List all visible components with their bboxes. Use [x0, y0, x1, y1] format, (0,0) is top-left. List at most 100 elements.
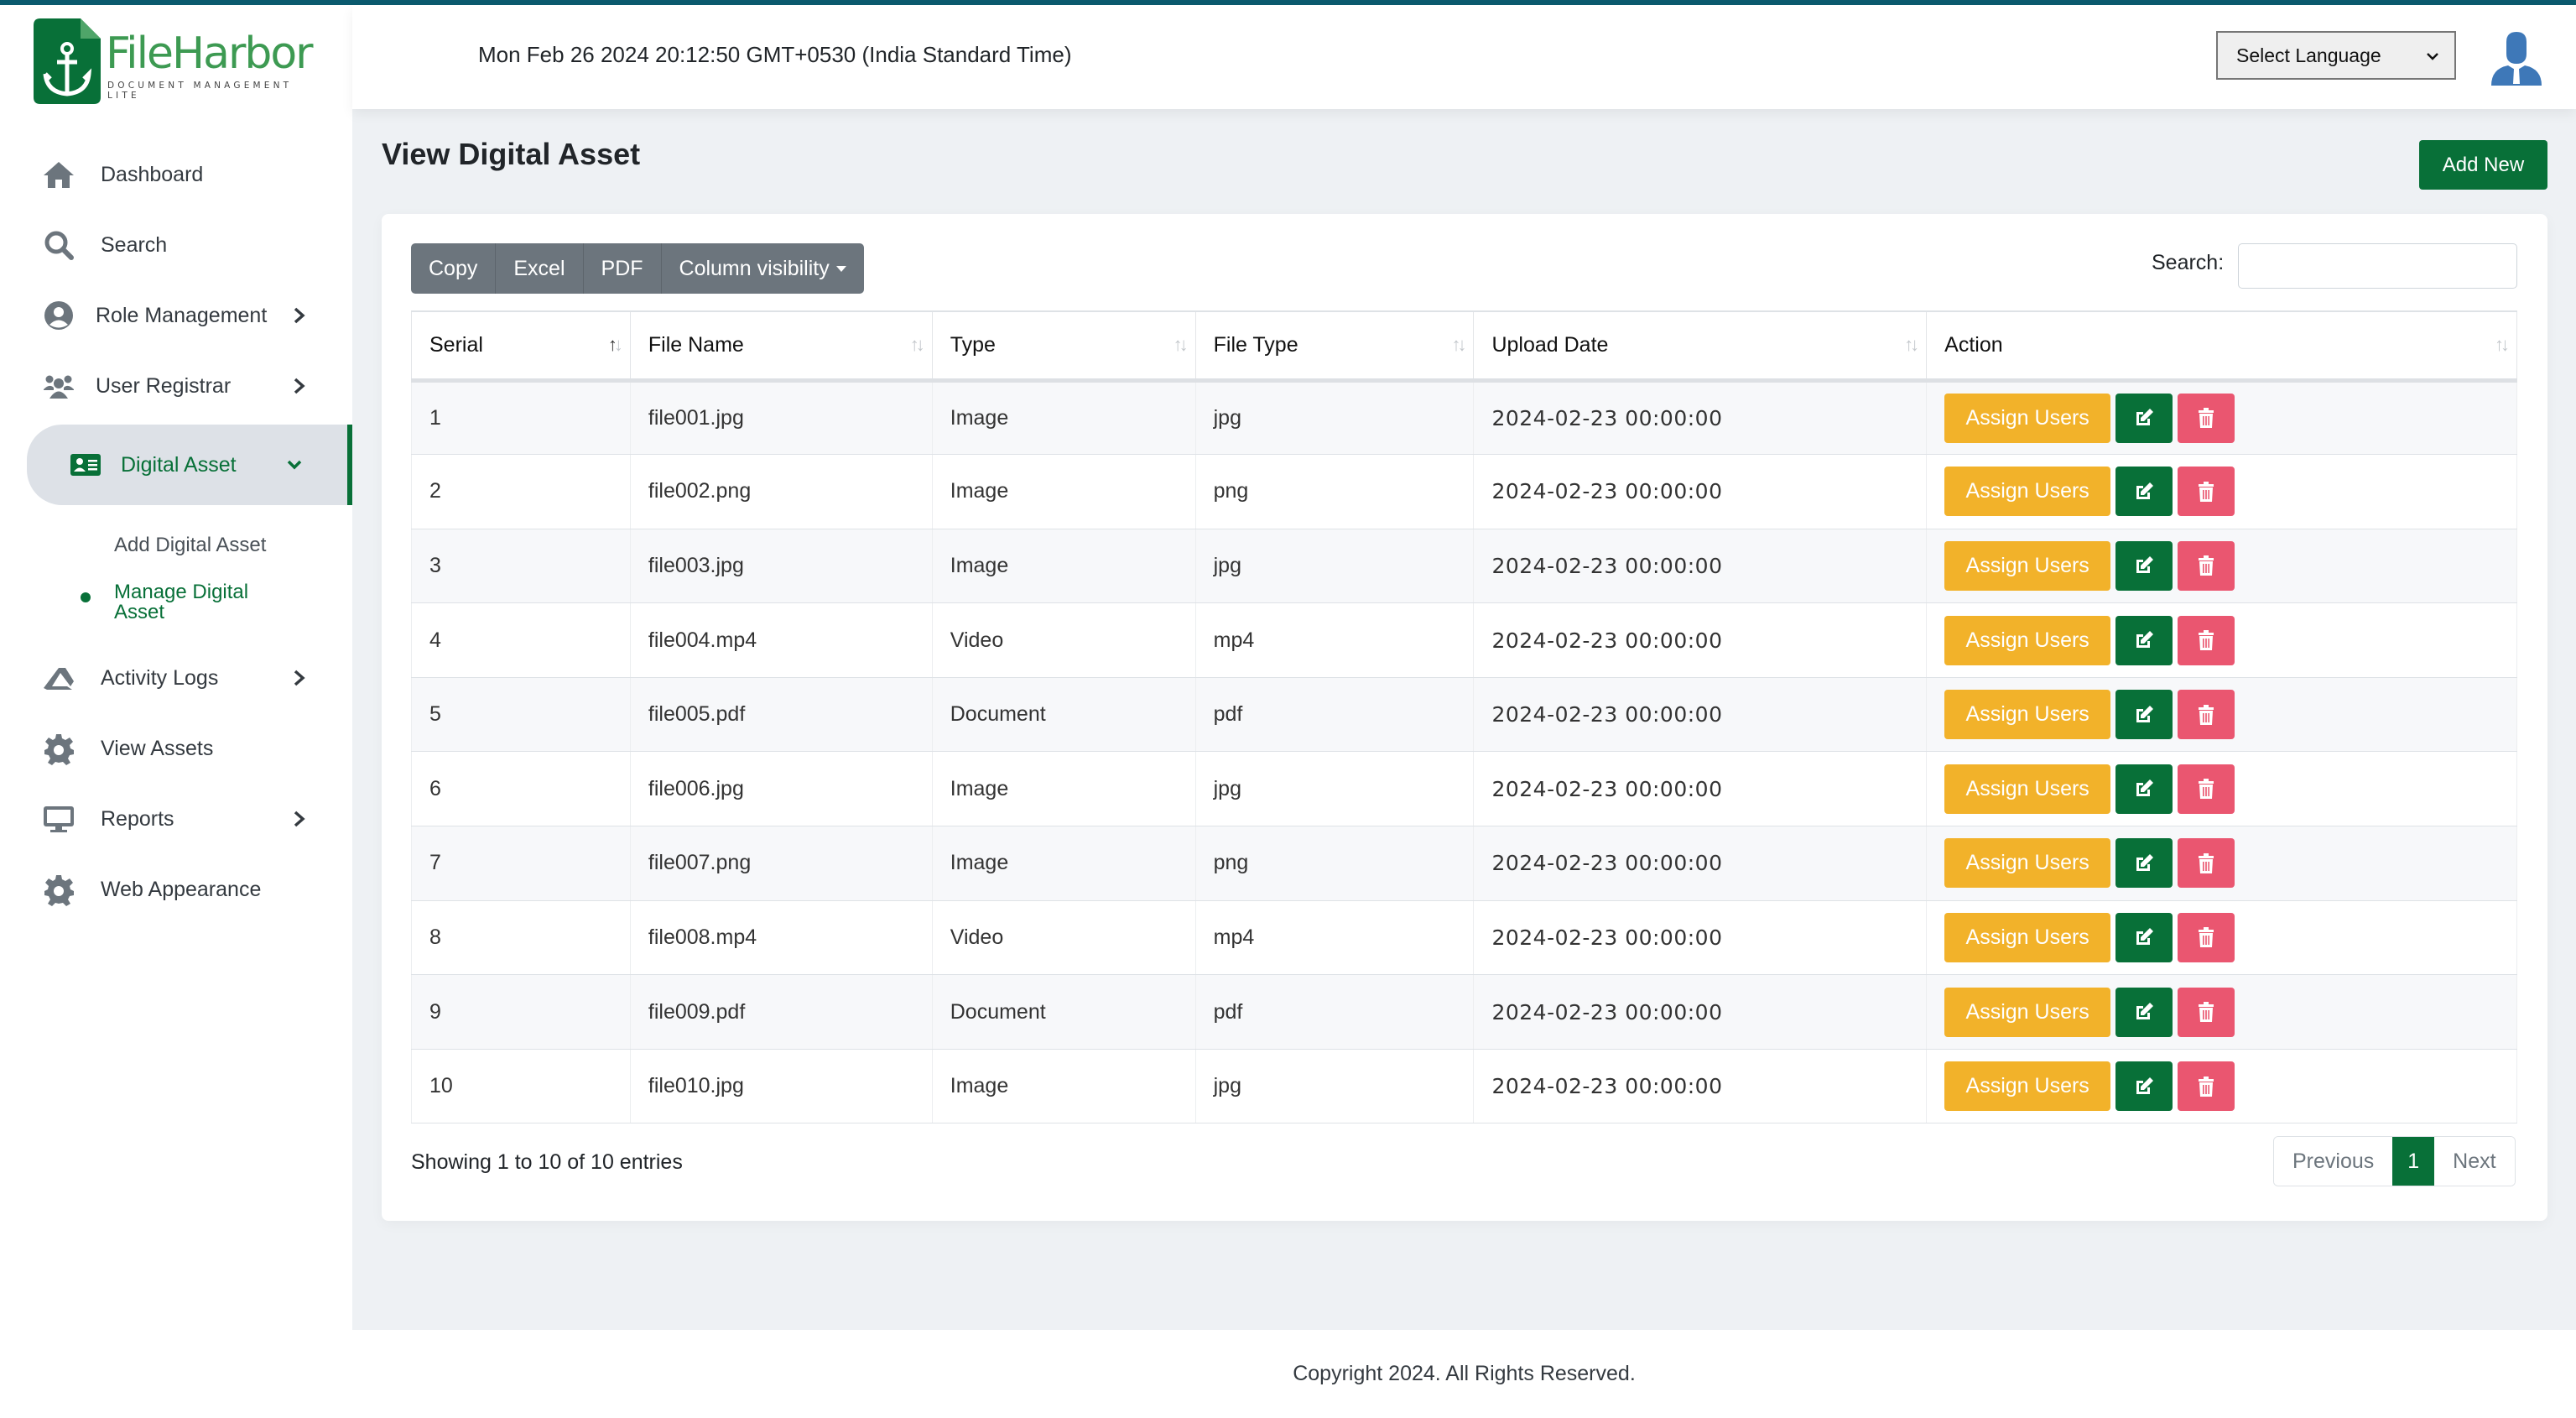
sidebar-item-reports[interactable]: Reports: [27, 784, 352, 854]
cell-upload-date: 2024-02-23 00:00:00: [1473, 602, 1928, 678]
cell-file-type: mp4: [1194, 602, 1475, 678]
column-header-serial[interactable]: Serial ↑↓: [411, 310, 631, 383]
cell-type: Video: [931, 602, 1196, 678]
sidebar-item-activity-logs[interactable]: Activity Logs: [27, 643, 352, 713]
column-header-file-type[interactable]: File Type ↑↓: [1194, 310, 1475, 383]
edit-button[interactable]: [2115, 838, 2173, 889]
sidebar-item-web-appearance[interactable]: Web Appearance: [27, 854, 352, 925]
cell-actions: Assign Users: [1926, 677, 2517, 753]
edit-icon: [2136, 1077, 2154, 1094]
cell-file-name: file003.jpg: [629, 529, 933, 604]
cell-type: Video: [931, 900, 1196, 976]
assign-users-button[interactable]: Assign Users: [1944, 393, 2111, 443]
cell-type: Image: [931, 529, 1196, 604]
pagination-page-current[interactable]: 1: [2392, 1137, 2435, 1186]
column-header-action[interactable]: Action ↑↓: [1926, 310, 2517, 383]
column-header-file-name[interactable]: File Name ↑↓: [629, 310, 933, 383]
pagination-previous[interactable]: Previous: [2274, 1137, 2393, 1186]
pdf-button[interactable]: PDF: [584, 243, 662, 294]
edit-button[interactable]: [2115, 467, 2173, 517]
edit-icon: [2136, 853, 2154, 871]
brand-name: FileHarbor: [106, 29, 314, 79]
delete-button[interactable]: [2178, 987, 2235, 1037]
cell-file-name: file006.jpg: [629, 751, 933, 827]
cell-serial: 9: [411, 974, 631, 1050]
edit-icon: [2136, 556, 2154, 574]
add-new-button[interactable]: Add New: [2419, 140, 2547, 190]
assign-users-button[interactable]: Assign Users: [1944, 540, 2111, 591]
delete-button[interactable]: [2178, 540, 2235, 591]
sidebar-item-user-registrar[interactable]: User Registrar: [27, 351, 352, 421]
delete-button[interactable]: [2178, 1061, 2235, 1112]
edit-button[interactable]: [2115, 987, 2173, 1037]
cell-file-type: mp4: [1194, 900, 1475, 976]
anchor-file-icon: [34, 18, 101, 104]
delete-button[interactable]: [2178, 764, 2235, 814]
edit-button[interactable]: [2115, 615, 2173, 665]
user-avatar-icon[interactable]: [2490, 30, 2543, 86]
column-visibility-label: Column visibility: [679, 256, 830, 280]
column-header-label: File Type: [1213, 332, 1298, 357]
delete-button[interactable]: [2178, 690, 2235, 740]
table-row: 7 file007.png Image png 2024-02-23 00:00…: [411, 826, 2517, 901]
assign-users-button[interactable]: Assign Users: [1944, 987, 2111, 1037]
cell-file-type: pdf: [1194, 974, 1475, 1050]
cell-actions: Assign Users: [1926, 380, 2517, 456]
search-input[interactable]: [2238, 243, 2517, 289]
trash-icon: [2199, 704, 2214, 725]
sidebar-item-role-management[interactable]: Role Management: [27, 280, 352, 351]
assign-users-button[interactable]: Assign Users: [1944, 690, 2111, 740]
table-row: 3 file003.jpg Image jpg 2024-02-23 00:00…: [411, 529, 2517, 604]
delete-button[interactable]: [2178, 838, 2235, 889]
delete-button[interactable]: [2178, 615, 2235, 665]
cell-type: Image: [931, 380, 1196, 456]
gear-icon: [40, 730, 77, 767]
sidebar-item-digital-asset[interactable]: Digital Asset: [27, 425, 352, 505]
top-header: Mon Feb 26 2024 20:12:50 GMT+0530 (India…: [352, 5, 2576, 109]
delete-button[interactable]: [2178, 467, 2235, 517]
edit-button[interactable]: [2115, 1061, 2173, 1112]
cell-file-name: file005.pdf: [629, 677, 933, 753]
column-header-upload-date[interactable]: Upload Date ↑↓: [1473, 310, 1928, 383]
language-select[interactable]: Select Language: [2216, 31, 2456, 80]
assign-users-button[interactable]: Assign Users: [1944, 838, 2111, 889]
column-header-type[interactable]: Type ↑↓: [931, 310, 1196, 383]
sidebar: FileHarbor DOCUMENT MANAGEMENT LITE Dash…: [0, 5, 352, 1418]
assign-users-button[interactable]: Assign Users: [1944, 615, 2111, 665]
column-visibility-button[interactable]: Column visibility: [662, 243, 864, 294]
edit-button[interactable]: [2115, 393, 2173, 443]
chevron-right-icon: [290, 807, 309, 831]
current-datetime: Mon Feb 26 2024 20:12:50 GMT+0530 (India…: [478, 42, 1072, 67]
cell-serial: 8: [411, 900, 631, 976]
table-row: 9 file009.pdf Document pdf 2024-02-23 00…: [411, 974, 2517, 1050]
sidebar-item-search[interactable]: Search: [27, 210, 352, 280]
sidebar-item-label: User Registrar: [96, 373, 232, 398]
assign-users-button[interactable]: Assign Users: [1944, 467, 2111, 517]
cell-file-type: png: [1194, 826, 1475, 901]
edit-button[interactable]: [2115, 912, 2173, 962]
sidebar-item-view-assets[interactable]: View Assets: [27, 713, 352, 784]
edit-button[interactable]: [2115, 540, 2173, 591]
cell-file-name: file008.mp4: [629, 900, 933, 976]
assign-users-button[interactable]: Assign Users: [1944, 1061, 2111, 1112]
delete-button[interactable]: [2178, 393, 2235, 443]
cell-file-type: jpg: [1194, 380, 1475, 456]
edit-button[interactable]: [2115, 764, 2173, 814]
cell-type: Image: [931, 1049, 1196, 1124]
delete-button[interactable]: [2178, 912, 2235, 962]
sidebar-item-dashboard[interactable]: Dashboard: [27, 139, 352, 210]
pagination-next[interactable]: Next: [2434, 1137, 2515, 1186]
cell-serial: 2: [411, 454, 631, 529]
column-header-label: Upload Date: [1491, 332, 1609, 357]
cell-upload-date: 2024-02-23 00:00:00: [1473, 380, 1928, 456]
assign-users-button[interactable]: Assign Users: [1944, 912, 2111, 962]
sidebar-subitem-add-digital-asset[interactable]: Add Digital Asset: [114, 535, 266, 555]
copy-button[interactable]: Copy: [411, 243, 497, 294]
logo[interactable]: FileHarbor DOCUMENT MANAGEMENT LITE: [34, 13, 319, 106]
cell-serial: 1: [411, 380, 631, 456]
assign-users-button[interactable]: Assign Users: [1944, 764, 2111, 814]
sidebar-subitem-manage-digital-asset[interactable]: Manage Digital Asset: [114, 582, 299, 623]
excel-button[interactable]: Excel: [496, 243, 584, 294]
search-icon: [40, 227, 77, 263]
edit-button[interactable]: [2115, 690, 2173, 740]
